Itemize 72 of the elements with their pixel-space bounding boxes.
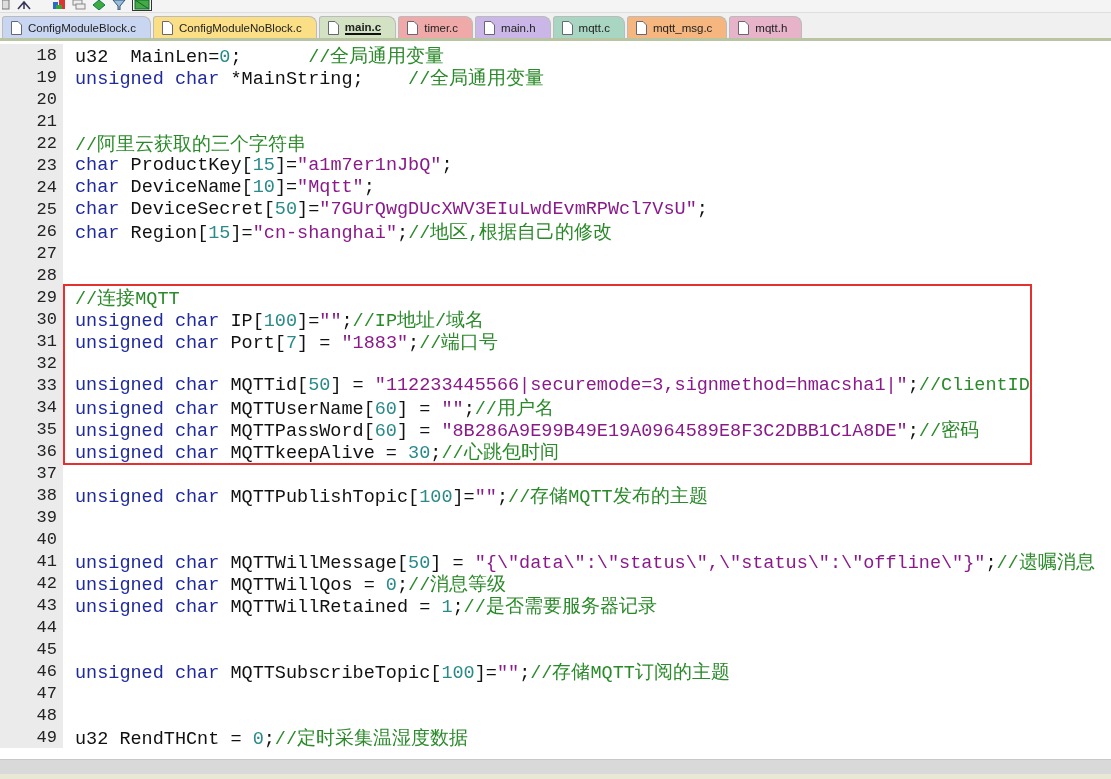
- line-number: 20: [36, 89, 57, 109]
- document-icon: [635, 20, 647, 35]
- line-number: 27: [36, 243, 57, 263]
- line-number: 38: [36, 485, 57, 505]
- code-line: unsigned char IP[100]="";//IP地址/域名: [75, 309, 485, 332]
- file-tab[interactable]: mqtt.c: [552, 16, 625, 38]
- code-line: char DeviceSecret[50]="7GUrQwgDUcXWV3EIuLwdEvmRPWcl7VsU";: [75, 198, 708, 220]
- line-number: 45: [36, 639, 57, 659]
- code-line: u32 MainLen=0; //全局通用变量: [75, 45, 445, 68]
- file-tab[interactable]: main.h: [475, 16, 551, 38]
- file-tab[interactable]: ConfigModuleBlock.c: [2, 16, 152, 38]
- code-line: char Region[15]="cn-shanghai";//地区,根据自己的修改: [75, 221, 613, 244]
- line-number: 29: [36, 287, 57, 307]
- file-tab[interactable]: timer.c: [398, 16, 474, 38]
- code-line: unsigned char MQTTWillMessage[50] = "{\"data\":\"status\",\"status\":\"offline\"}";//遗嘱消息: [75, 551, 1095, 574]
- document-icon: [327, 20, 339, 35]
- code-line: unsigned char MQTTkeepAlive = 30;//心跳包时间: [75, 441, 559, 464]
- line-number: 21: [36, 111, 57, 131]
- line-number: 46: [36, 661, 57, 681]
- document-icon: [162, 20, 174, 35]
- line-number: 49: [36, 727, 57, 747]
- line-number: 39: [36, 507, 57, 527]
- code-line: unsigned char MQTTPassWord[60] = "8B286A9E99B49E19A0964589E8F3C2DBB1C1A8DE";//密码: [75, 419, 979, 442]
- line-number: 36: [36, 441, 57, 461]
- code-line: unsigned char MQTTSubscribeTopic[100]="";//存储MQTT订阅的主题: [75, 661, 730, 684]
- code-line: //连接MQTT: [75, 287, 180, 310]
- horizontal-scrollbar[interactable]: [0, 759, 1111, 774]
- line-number: 42: [36, 573, 57, 593]
- code-line: unsigned char MQTTWillRetained = 1;//是否需要服务器记录: [75, 595, 657, 618]
- line-number: 35: [36, 419, 57, 439]
- line-number: 26: [36, 221, 57, 241]
- code-line: unsigned char MQTTid[50] = "112233445566|securemode=3,signmethod=hmacsha1|";//ClientID: [75, 374, 1030, 396]
- code-line: u32 RendTHCnt = 0;//定时采集温湿度数据: [75, 727, 469, 750]
- code-line: char ProductKey[15]="a1m7er1nJbQ";: [75, 154, 453, 176]
- line-number: 44: [36, 617, 57, 637]
- line-number: 30: [36, 309, 57, 329]
- line-number: 24: [36, 177, 57, 197]
- document-icon: [484, 20, 496, 35]
- line-number: 40: [36, 529, 57, 549]
- document-icon: [561, 20, 573, 35]
- diamond-icon[interactable]: [92, 0, 106, 10]
- line-number: 43: [36, 595, 57, 615]
- code-line: unsigned char MQTTPublishTopic[100]="";//存储MQTT发布的主题: [75, 485, 708, 508]
- code-line: //阿里云获取的三个字符串: [75, 133, 307, 156]
- code-line: char DeviceName[10]="Mqtt";: [75, 176, 375, 198]
- line-number: 19: [36, 67, 57, 87]
- code-line: unsigned char MQTTUserName[60] = "";//用户名: [75, 397, 554, 420]
- file-tab[interactable]: ConfigModuleNoBlock.c: [153, 16, 317, 38]
- line-number: 48: [36, 705, 57, 725]
- line-number: 37: [36, 463, 57, 483]
- line-number: 23: [36, 155, 57, 175]
- code-line: unsigned char MQTTWillQos = 0;//消息等级: [75, 573, 507, 596]
- file-tab[interactable]: mqtt.h: [729, 16, 803, 38]
- file-tab[interactable]: mqtt_msg.c: [626, 16, 728, 38]
- line-number: 34: [36, 397, 57, 417]
- line-number: 47: [36, 683, 57, 703]
- line-number: 41: [36, 551, 57, 571]
- code-line: unsigned char Port[7] = "1883";//端口号: [75, 331, 499, 354]
- blocks-icon[interactable]: [52, 0, 66, 10]
- funnel-icon[interactable]: [112, 0, 126, 10]
- line-number: 32: [36, 353, 57, 373]
- document-icon: [738, 20, 750, 35]
- line-number: 28: [36, 265, 57, 285]
- line-number: 18: [36, 45, 57, 65]
- document-icon: [11, 20, 22, 35]
- file-tab[interactable]: main.c: [318, 16, 397, 38]
- code-line: unsigned char *MainString; //全局通用变量: [75, 67, 545, 90]
- line-number: 31: [36, 331, 57, 351]
- line-number: 22: [36, 133, 57, 153]
- line-number: 33: [36, 375, 57, 395]
- line-number: 25: [36, 199, 57, 219]
- document-icon: [407, 20, 419, 35]
